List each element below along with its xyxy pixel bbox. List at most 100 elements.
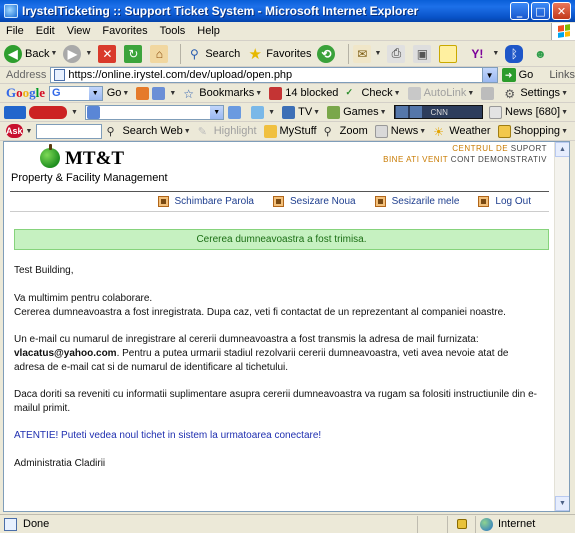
stop-button[interactable]: ✕ bbox=[98, 44, 118, 63]
autolink-button[interactable]: AutoLink ▼ bbox=[407, 86, 474, 100]
bookmark-star-icon: ☆ bbox=[183, 86, 195, 101]
apple-logo-icon bbox=[40, 144, 60, 168]
address-label: Address bbox=[6, 69, 47, 81]
games-icon bbox=[327, 105, 341, 119]
bluetooth-button[interactable]: ᛒ bbox=[505, 44, 525, 63]
refresh-button[interactable]: ↻ bbox=[124, 44, 144, 63]
ask-highlight-button[interactable]: ✎ Highlight bbox=[198, 125, 257, 138]
discuss-button[interactable] bbox=[439, 44, 459, 63]
toolbar-search-input[interactable]: ▼ bbox=[84, 104, 225, 120]
back-button[interactable]: ◀ Back ▼ bbox=[4, 44, 57, 63]
nav-my-tickets[interactable]: Sesizarile mele bbox=[374, 196, 459, 207]
popup-blocker-button[interactable]: 14 blocked bbox=[269, 86, 338, 100]
bookmarks-button[interactable]: ☆ Bookmarks ▼ bbox=[183, 86, 262, 101]
minimize-button[interactable]: _ bbox=[510, 2, 529, 20]
chat-toolbar-icon[interactable]: ▼ bbox=[251, 105, 275, 119]
address-dropdown[interactable]: ▼ bbox=[481, 68, 497, 82]
messenger-button[interactable]: ☻ bbox=[531, 45, 551, 63]
spell-check-button[interactable]: ✓ Check ▼ bbox=[345, 87, 400, 100]
ask-search-icon: ⚲ bbox=[106, 125, 115, 138]
new-ticket-icon bbox=[273, 196, 284, 207]
tv-button[interactable]: TV ▼ bbox=[282, 105, 320, 119]
mail-button[interactable]: ✉ ▼ bbox=[353, 44, 381, 63]
address-url[interactable]: https://online.irystel.com/dev/upload/op… bbox=[68, 69, 481, 81]
google-search-input[interactable]: G ▼ bbox=[49, 85, 103, 101]
attention-text: ATENTIE! Puteti vedea noul tichet in sis… bbox=[14, 430, 322, 441]
toolbar-brand-icon bbox=[29, 105, 67, 119]
address-input[interactable]: https://online.irystel.com/dev/upload/op… bbox=[50, 67, 498, 83]
popup-blocked-icon bbox=[269, 86, 283, 100]
ie-icon bbox=[4, 4, 18, 18]
menu-help[interactable]: Help bbox=[191, 25, 226, 37]
logout-icon bbox=[478, 196, 490, 207]
scroll-down-icon[interactable]: ▼ bbox=[555, 496, 569, 511]
forward-button[interactable]: ▶ ▼ bbox=[63, 44, 92, 63]
printer-icon: ⎙ bbox=[387, 44, 406, 63]
page-info-icon bbox=[152, 86, 166, 100]
print-button[interactable]: ⎙ bbox=[387, 44, 407, 63]
menu-tools[interactable]: Tools bbox=[154, 25, 192, 37]
nav-logout[interactable]: Log Out bbox=[478, 196, 531, 207]
links-button[interactable]: Links bbox=[549, 69, 575, 81]
edit-button[interactable]: ▣ bbox=[413, 44, 433, 63]
status-done: Done bbox=[0, 517, 417, 531]
status-bar: Done Internet bbox=[0, 514, 575, 533]
news-feed-button[interactable]: News [680] ▼ bbox=[489, 105, 568, 119]
vertical-scrollbar[interactable]: ▲ ▼ bbox=[554, 142, 569, 511]
maximize-button[interactable]: □ bbox=[531, 2, 550, 20]
security-zone[interactable]: Internet bbox=[475, 515, 575, 533]
home-icon: ⌂ bbox=[150, 44, 169, 63]
favorites-button[interactable]: ★ Favorites bbox=[246, 45, 311, 63]
menu-edit[interactable]: Edit bbox=[30, 25, 61, 37]
toolbar-logo-button[interactable]: ▼ bbox=[4, 105, 78, 119]
go-button[interactable]: ➜ Go bbox=[501, 68, 533, 82]
ask-zoom-button[interactable]: ⚲ Zoom bbox=[324, 125, 368, 138]
stop-media-icon[interactable] bbox=[409, 106, 422, 118]
refresh-icon: ↻ bbox=[124, 44, 143, 63]
play-icon[interactable] bbox=[395, 106, 408, 118]
scroll-up-icon[interactable]: ▲ bbox=[555, 142, 569, 157]
nav-divider bbox=[10, 211, 549, 212]
ask-news-icon bbox=[374, 124, 388, 138]
ask-mystuff-button[interactable]: MyStuff bbox=[263, 124, 317, 138]
google-logo: Google bbox=[6, 85, 46, 100]
company-tagline: Property & Facility Management bbox=[11, 172, 168, 184]
menu-bar: File Edit View Favorites Tools Help bbox=[0, 22, 575, 41]
messenger-icon: ☻ bbox=[534, 46, 547, 61]
search-button[interactable]: ⚲ Search bbox=[185, 45, 240, 63]
ask-search-web-button[interactable]: ⚲ Search Web ▼ bbox=[106, 125, 190, 138]
search-icon: ⚲ bbox=[189, 46, 199, 61]
google-icons[interactable]: ▼ bbox=[136, 86, 176, 100]
support-center-label: CENTRUL DE SUPORT bbox=[452, 144, 547, 153]
radio-player[interactable]: CNN bbox=[393, 105, 484, 119]
ask-search-input[interactable] bbox=[36, 123, 103, 139]
ask-news-button[interactable]: News ▼ bbox=[374, 124, 426, 138]
forward-arrow-icon: ▶ bbox=[63, 44, 82, 63]
nav-change-password[interactable]: Schimbare Parola bbox=[157, 196, 254, 207]
ask-shopping-button[interactable]: Shopping ▼ bbox=[497, 124, 568, 138]
home-button[interactable]: ⌂ bbox=[150, 44, 170, 63]
success-message: Cererea dumneavoastra a fost trimisa. bbox=[14, 229, 549, 250]
bluetooth-icon: ᛒ bbox=[505, 44, 524, 63]
tickets-icon bbox=[374, 196, 386, 207]
lock-icon[interactable] bbox=[447, 515, 475, 533]
address-bar: Address https://online.irystel.com/dev/u… bbox=[0, 67, 575, 84]
ask-logo[interactable]: Ask bbox=[6, 124, 23, 138]
menu-view[interactable]: View bbox=[61, 25, 97, 37]
menu-file[interactable]: File bbox=[0, 25, 30, 37]
yahoo-button[interactable]: Y! ▼ bbox=[465, 45, 499, 63]
settings-button[interactable]: ⚙ Settings ▼ bbox=[504, 87, 568, 101]
history-button[interactable]: ⟲ bbox=[317, 44, 338, 63]
mail-toolbar-icon[interactable] bbox=[228, 105, 244, 119]
autofill-icon[interactable] bbox=[481, 86, 497, 100]
close-button[interactable]: ✕ bbox=[552, 2, 571, 20]
games-button[interactable]: Games ▼ bbox=[327, 105, 387, 119]
shopping-icon bbox=[497, 124, 511, 138]
zoom-icon: ⚲ bbox=[323, 125, 332, 138]
menu-favorites[interactable]: Favorites bbox=[96, 25, 153, 37]
google-go-button[interactable]: Go ▼ bbox=[107, 87, 130, 99]
weather-icon: ☀ bbox=[433, 124, 444, 139]
standard-toolbar: ◀ Back ▼ ▶ ▼ ✕ ↻ ⌂ ⚲ Search ★ Favorites ⟲ … bbox=[0, 41, 575, 67]
ask-weather-button[interactable]: ☀ Weather bbox=[433, 124, 490, 139]
nav-new-ticket[interactable]: Sesizare Noua bbox=[273, 196, 356, 207]
